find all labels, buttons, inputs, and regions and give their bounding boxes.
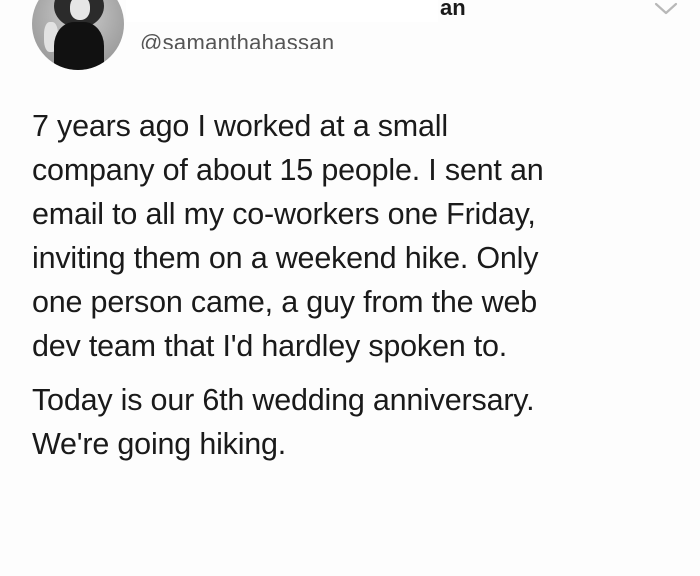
avatar[interactable] (32, 0, 124, 70)
user-handle[interactable]: @samanthahassan (140, 30, 334, 49)
tweet-card: an @samanthahassan 7 years ago I worked … (0, 0, 700, 576)
tweet-header: an @samanthahassan (0, 0, 700, 90)
chevron-down-icon[interactable] (652, 0, 680, 20)
avatar-face (70, 0, 90, 20)
avatar-body (54, 22, 104, 70)
tweet-body: 7 years ago I worked at a small company … (32, 104, 682, 466)
tweet-paragraph: 7 years ago I worked at a small company … (32, 109, 544, 363)
tweet-paragraph: Today is our 6th wedding anniversary. We… (32, 383, 535, 461)
display-name-redacted (126, 0, 438, 22)
display-name[interactable]: an (440, 0, 466, 22)
